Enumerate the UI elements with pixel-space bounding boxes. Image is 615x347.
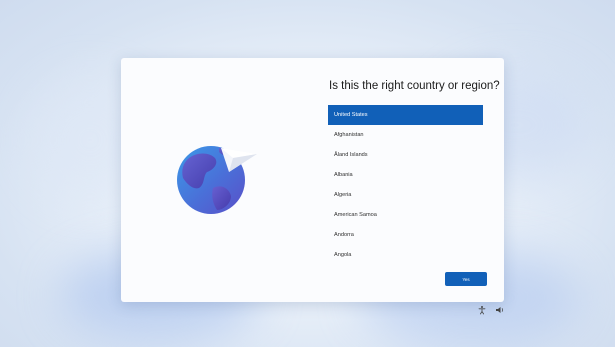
country-option[interactable]: Åland Islands [328,145,483,165]
system-tray [475,305,509,315]
country-option[interactable]: Afghanistan [328,125,483,145]
country-option[interactable]: Angola [328,245,483,265]
country-option[interactable]: Andorra [328,225,483,245]
globe-illustration [175,138,265,218]
accessibility-icon[interactable] [477,305,487,315]
country-option[interactable]: Algeria [328,185,483,205]
country-option[interactable]: Albania [328,165,483,185]
country-option[interactable]: American Samoa [328,205,483,225]
setup-card: Is this the right country or region? Uni… [121,58,504,302]
yes-button[interactable]: Yes [445,272,487,286]
page-title: Is this the right country or region? [329,80,500,92]
paper-plane-icon [221,148,257,172]
country-option-selected[interactable]: United States [328,105,483,125]
speaker-icon[interactable] [495,305,505,315]
country-list[interactable]: United States Afghanistan Åland Islands … [328,105,483,270]
oobe-screen: Is this the right country or region? Uni… [0,0,615,347]
